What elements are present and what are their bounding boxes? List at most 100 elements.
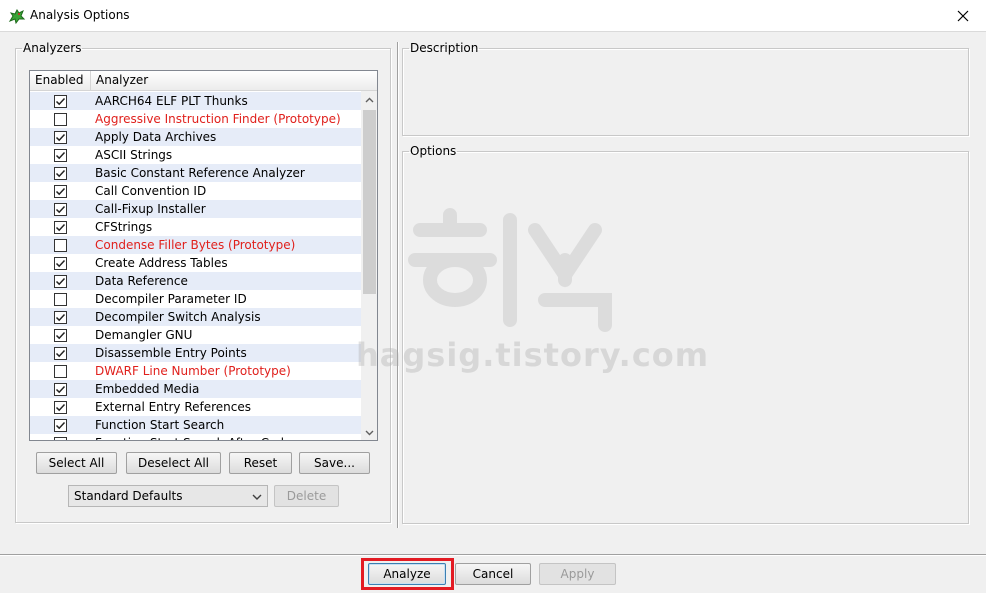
analyzer-name: ASCII Strings xyxy=(95,148,173,162)
checkmark-icon xyxy=(63,439,64,440)
checkmark-icon xyxy=(55,187,66,196)
checkmark-icon xyxy=(55,403,66,412)
profile-dropdown[interactable]: Standard Defaults xyxy=(68,485,268,507)
column-header-analyzer[interactable]: Analyzer xyxy=(91,71,361,91)
table-row[interactable]: Apply Data Archives xyxy=(30,128,361,146)
reset-button[interactable]: Reset xyxy=(229,452,292,474)
scroll-down-button[interactable] xyxy=(361,424,377,440)
analyzer-name: Embedded Media xyxy=(95,382,200,396)
checkmark-icon xyxy=(55,277,66,286)
enabled-checkbox[interactable] xyxy=(54,419,67,432)
enabled-checkbox[interactable] xyxy=(54,239,67,252)
analyzer-name: Condense Filler Bytes (Prototype) xyxy=(95,238,296,252)
profile-selected-value: Standard Defaults xyxy=(74,489,183,503)
chevron-down-icon xyxy=(365,430,374,435)
description-group: Description xyxy=(402,42,969,136)
table-row[interactable]: Create Address Tables xyxy=(30,254,361,272)
table-row[interactable]: CFStrings xyxy=(30,218,361,236)
enabled-checkbox[interactable] xyxy=(54,401,67,414)
analyzer-name: CFStrings xyxy=(95,220,153,234)
table-row[interactable]: Function Start Search After Code xyxy=(30,434,361,440)
analyzer-rows: AARCH64 ELF PLT Thunks Aggressive Instruc… xyxy=(30,92,361,440)
description-legend: Description xyxy=(410,41,479,55)
analyzers-legend: Analyzers xyxy=(23,41,82,55)
enabled-checkbox[interactable] xyxy=(54,185,67,198)
checkmark-icon xyxy=(55,385,66,394)
enabled-checkbox[interactable] xyxy=(54,365,67,378)
table-row[interactable]: Aggressive Instruction Finder (Prototype… xyxy=(30,110,361,128)
table-row[interactable]: Decompiler Switch Analysis xyxy=(30,308,361,326)
vertical-scrollbar[interactable] xyxy=(361,91,377,440)
analyze-button[interactable]: Analyze xyxy=(368,563,446,585)
enabled-checkbox[interactable] xyxy=(54,149,67,162)
enabled-checkbox[interactable] xyxy=(54,275,67,288)
cancel-button[interactable]: Cancel xyxy=(455,563,531,585)
table-row[interactable]: Condense Filler Bytes (Prototype) xyxy=(30,236,361,254)
checkmark-icon xyxy=(55,223,66,232)
analyzer-name: Basic Constant Reference Analyzer xyxy=(95,166,305,180)
enabled-checkbox[interactable] xyxy=(54,329,67,342)
options-group: Options xyxy=(402,145,969,524)
save-button[interactable]: Save... xyxy=(299,452,370,474)
analyzers-table: Enabled Analyzer AARCH64 ELF PLT Thunks A… xyxy=(29,70,378,441)
analyzer-name: Call Convention ID xyxy=(95,184,207,198)
enabled-checkbox[interactable] xyxy=(54,131,67,144)
enabled-checkbox[interactable] xyxy=(54,113,67,126)
window-title: Analysis Options xyxy=(30,8,130,22)
table-row[interactable]: External Entry References xyxy=(30,398,361,416)
analyzer-name: External Entry References xyxy=(95,400,252,414)
enabled-checkbox[interactable] xyxy=(54,95,67,108)
delete-button[interactable]: Delete xyxy=(274,485,339,507)
analyzer-name: Demangler GNU xyxy=(95,328,193,342)
table-row[interactable]: Call-Fixup Installer xyxy=(30,200,361,218)
enabled-checkbox[interactable] xyxy=(54,221,67,234)
enabled-checkbox[interactable] xyxy=(54,311,67,324)
table-row[interactable]: Disassemble Entry Points xyxy=(30,344,361,362)
table-row[interactable]: Call Convention ID xyxy=(30,182,361,200)
checkmark-icon xyxy=(55,349,66,358)
enabled-checkbox[interactable] xyxy=(54,203,67,216)
enabled-checkbox[interactable] xyxy=(54,383,67,396)
table-row[interactable]: Basic Constant Reference Analyzer xyxy=(30,164,361,182)
apply-button[interactable]: Apply xyxy=(539,563,616,585)
analyzer-name: Call-Fixup Installer xyxy=(95,202,206,216)
column-header-enabled[interactable]: Enabled xyxy=(30,71,91,91)
scroll-thumb[interactable] xyxy=(363,110,376,294)
analyzer-name: Function Start Search xyxy=(95,418,225,432)
checkmark-icon xyxy=(55,331,66,340)
analyzer-name: AARCH64 ELF PLT Thunks xyxy=(95,94,248,108)
table-row[interactable]: Function Start Search xyxy=(30,416,361,434)
enabled-checkbox[interactable] xyxy=(54,437,67,440)
table-row[interactable]: Decompiler Parameter ID xyxy=(30,290,361,308)
select-all-button[interactable]: Select All xyxy=(36,452,117,474)
table-row[interactable]: Data Reference xyxy=(30,272,361,290)
checkmark-icon xyxy=(55,151,66,160)
enabled-checkbox[interactable] xyxy=(54,347,67,360)
options-legend: Options xyxy=(410,144,457,158)
title-bar: Analysis Options xyxy=(0,0,986,32)
analyzer-name: Create Address Tables xyxy=(95,256,228,270)
enabled-checkbox[interactable] xyxy=(54,167,67,180)
header-corner xyxy=(361,71,377,91)
table-row[interactable]: ASCII Strings xyxy=(30,146,361,164)
ghidra-dragon-icon xyxy=(8,7,26,25)
scroll-up-button[interactable] xyxy=(361,91,377,108)
analyzer-name: Data Reference xyxy=(95,274,188,288)
checkmark-icon xyxy=(55,133,66,142)
table-row[interactable]: DWARF Line Number (Prototype) xyxy=(30,362,361,380)
analyzer-name: DWARF Line Number (Prototype) xyxy=(95,364,291,378)
checkmark-icon xyxy=(55,97,66,106)
chevron-down-icon xyxy=(252,494,262,500)
checkmark-icon xyxy=(55,205,66,214)
checkmark-icon xyxy=(55,421,66,430)
enabled-checkbox[interactable] xyxy=(54,257,67,270)
panel-divider[interactable] xyxy=(397,42,399,528)
enabled-checkbox[interactable] xyxy=(54,293,67,306)
close-button[interactable] xyxy=(940,0,986,31)
table-row[interactable]: Demangler GNU xyxy=(30,326,361,344)
deselect-all-button[interactable]: Deselect All xyxy=(126,452,221,474)
table-row[interactable]: Embedded Media xyxy=(30,380,361,398)
checkmark-icon xyxy=(55,313,66,322)
table-row[interactable]: AARCH64 ELF PLT Thunks xyxy=(30,92,361,110)
close-icon xyxy=(957,10,969,21)
